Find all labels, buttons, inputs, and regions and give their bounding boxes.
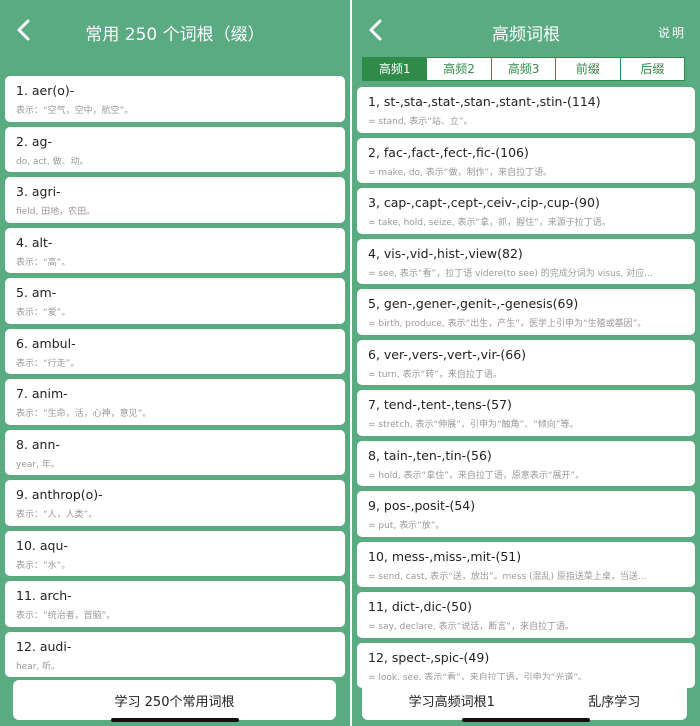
root-name: 11, dict-,dic-(50) bbox=[368, 599, 472, 614]
list-item[interactable]: 8. ann-year, 年。 bbox=[5, 429, 345, 475]
root-name: 4. alt- bbox=[16, 234, 53, 250]
root-description: = birth, produce, 表示“出生，产生”，医学上引申为“生殖或基因… bbox=[368, 319, 647, 329]
root-description: = take, hold, seize, 表示“拿，抓，握住”，来源于拉丁语。 bbox=[368, 218, 611, 228]
tab-3[interactable]: 高频3 bbox=[490, 58, 555, 80]
root-description: 表示：“行走”。 bbox=[16, 358, 80, 369]
root-name: 5, gen-,gener-,genit-,-genesis(69) bbox=[368, 296, 579, 311]
list-item[interactable]: 6, ver-,vers-,vert-,vir-(66) = turn, 表示“转… bbox=[357, 339, 695, 385]
root-name: 2, fac-,fact-,fect-,fic-(106) bbox=[368, 144, 529, 160]
list-item[interactable]: 3, cap-,capt-,cept-,ceiv-,cip-,cup-(90) =… bbox=[357, 188, 695, 234]
high-frequency-panel: 高频词根 说明 高频1 高频2 高频3 前缀 后缀 1, st-,sta-,stat-,… bbox=[352, 0, 700, 726]
root-description: = send, cast, 表示“送，放出”。mess (混乱) 原指送菜上桌，… bbox=[368, 571, 647, 582]
root-name: 1. aer(o)- bbox=[16, 83, 75, 98]
list-item[interactable]: 9. anthrop(o)- 表示：“人，人类”。 bbox=[5, 480, 345, 526]
list-item[interactable]: 8, tain-,ten-,tin-(56) = hold, 表示“拿住”，来自拉… bbox=[357, 440, 695, 486]
root-name: 9, pos-,posit-(54) bbox=[368, 498, 476, 513]
learn-high-frequency-button[interactable]: 学习高频词根1 bbox=[399, 691, 505, 710]
list-item[interactable]: 6. ambul- 表示：“行走”。 bbox=[5, 328, 345, 374]
root-name: 9. anthrop(o)- bbox=[16, 487, 103, 502]
list-item[interactable]: 10, mess-,miss-,mit-(51) = send, cast, 表示… bbox=[357, 541, 695, 587]
root-name: 12, spect-,spic-(49) bbox=[368, 649, 490, 665]
root-name: 12. audi- bbox=[16, 638, 72, 654]
list-item[interactable]: 1. aer(o)- 表示：“空气，空中，航空”。 bbox=[5, 76, 345, 122]
list-item[interactable]: 7. anim- 表示：“生命，活，心神，意见”。 bbox=[5, 379, 345, 425]
root-name: 8. ann- bbox=[16, 436, 60, 452]
root-description: 表示：“高”。 bbox=[16, 257, 71, 268]
list-item[interactable]: 1, st-,sta-,stat-,stan-,stant-,stin-(114… bbox=[357, 87, 695, 133]
root-description: = turn, 表示“转”，来自拉丁语。 bbox=[368, 369, 502, 380]
root-name: 7. anim- bbox=[16, 386, 68, 401]
root-name: 8, tain-,ten-,tin-(56) bbox=[368, 447, 492, 463]
root-description: = stretch, 表示“伸展”，引申为“触角”、“倾向”等。 bbox=[368, 420, 579, 430]
root-name: 1, st-,sta-,stat-,stan-,stant-,stin-(114… bbox=[368, 94, 601, 109]
root-name: 11. arch- bbox=[16, 588, 72, 603]
root-name: 3, cap-,capt-,cept-,ceiv-,cip-,cup-(90) bbox=[368, 195, 600, 210]
root-description: hear, 听。 bbox=[16, 661, 61, 672]
root-description: 表示：“人，人类”。 bbox=[16, 510, 98, 520]
list-item[interactable]: 12. audi-hear, 听。 bbox=[5, 631, 345, 677]
root-name: 6. ambul- bbox=[16, 335, 76, 351]
help-button[interactable]: 说明 bbox=[658, 24, 686, 41]
root-name: 4, vis-,vid-,hist-,view(82) bbox=[368, 245, 523, 261]
list-item[interactable]: 11. arch- 表示：“统治者，首脑”。 bbox=[5, 581, 345, 627]
list-item[interactable]: 4, vis-,vid-,hist-,view(82) = see, 表示“看”，… bbox=[357, 238, 695, 284]
root-description: = hold, 表示“拿住”，来自拉丁语，原意表示“展开”。 bbox=[368, 470, 585, 481]
root-list-panel: 常用 250 个词根（缀） 1. aer(o)- 表示：“空气，空中，航空”。 2.… bbox=[0, 0, 350, 726]
page-title: 常用 250 个词根（缀） bbox=[85, 25, 265, 45]
root-description: 表示：“水”。 bbox=[16, 560, 71, 571]
root-name: 2. ag- bbox=[16, 133, 53, 149]
list-item[interactable]: 4. alt- 表示：“高”。 bbox=[5, 227, 345, 273]
list-item[interactable]: 5, gen-,gener-,genit-,-genesis(69) = birt… bbox=[357, 289, 695, 335]
list-item[interactable]: 2, fac-,fact-,fect-,fic-(106) = make, do,… bbox=[357, 137, 695, 183]
tab-1[interactable]: 高频1 bbox=[363, 58, 427, 80]
list-item[interactable]: 7, tend-,tent-,tens-(57) = stretch, 表示“伸展… bbox=[357, 390, 695, 436]
root-description: year, 年。 bbox=[16, 459, 60, 470]
root-description: = put, 表示“放”。 bbox=[368, 521, 445, 531]
header: 高频词根 说明 bbox=[352, 0, 700, 62]
tab-5[interactable]: 后缀 bbox=[619, 58, 684, 80]
root-name: 10, mess-,miss-,mit-(51) bbox=[368, 548, 522, 564]
list-item[interactable]: 2. ag-do, act, 做、动。 bbox=[5, 126, 345, 172]
root-name: 3. agri- bbox=[16, 184, 61, 199]
list-item[interactable]: 5. am- 表示：“爱”。 bbox=[5, 278, 345, 324]
tab-2[interactable]: 高频2 bbox=[426, 58, 490, 80]
root-description: 表示：“空气，空中，航空”。 bbox=[16, 106, 134, 116]
root-description: field, 田地，农田。 bbox=[16, 207, 96, 217]
root-name: 5. am- bbox=[16, 285, 57, 300]
root-description: = say, declare, 表示“说话，断言”，来自拉丁语。 bbox=[368, 622, 574, 632]
header: 常用 250 个词根（缀） bbox=[0, 0, 350, 62]
list-item[interactable]: 9, pos-,posit-(54) = put, 表示“放”。 bbox=[357, 491, 695, 537]
root-list: 1. aer(o)- 表示：“空气，空中，航空”。 2. ag-do, act, 做… bbox=[0, 76, 350, 682]
bottom-bar: 学习高频词根1 乱序学习 bbox=[362, 680, 687, 720]
root-description: = make, do, 表示“做，制作”，来自拉丁语。 bbox=[368, 167, 553, 178]
list-item[interactable]: 11, dict-,dic-(50) = say, declare, 表示“说话，… bbox=[357, 592, 695, 638]
root-description: 表示：“生命，活，心神，意见”。 bbox=[16, 409, 152, 419]
home-indicator bbox=[111, 718, 239, 722]
tab-4[interactable]: 前缀 bbox=[555, 58, 619, 80]
root-name: 10. aqu- bbox=[16, 537, 68, 553]
root-description: 表示：“爱”。 bbox=[16, 308, 71, 318]
learn-250-button[interactable]: 学习 250个常用词根 bbox=[105, 691, 245, 710]
root-description: = stand, 表示“站、立”。 bbox=[368, 117, 473, 127]
list-item[interactable]: 10. aqu- 表示：“水”。 bbox=[5, 530, 345, 576]
list-item[interactable]: 3. agri-field, 田地，农田。 bbox=[5, 177, 345, 223]
root-description: do, act, 做、动。 bbox=[16, 156, 89, 167]
root-name: 7, tend-,tent-,tens-(57) bbox=[368, 397, 512, 412]
root-name: 6, ver-,vers-,vert-,vir-(66) bbox=[368, 346, 527, 362]
bottom-bar: 学习 250个常用词根 bbox=[13, 680, 336, 720]
root-description: 表示：“统治者，首脑”。 bbox=[16, 611, 116, 621]
tab-bar: 高频1 高频2 高频3 前缀 后缀 bbox=[362, 57, 685, 81]
shuffle-learn-button[interactable]: 乱序学习 bbox=[578, 691, 650, 710]
home-indicator bbox=[462, 718, 590, 722]
page-title: 高频词根 bbox=[492, 25, 560, 45]
root-description: = see, 表示“看”，拉丁语 videre(to see) 的完成分词为 v… bbox=[368, 268, 653, 279]
root-list: 1, st-,sta-,stat-,stan-,stant-,stin-(114… bbox=[352, 87, 700, 693]
